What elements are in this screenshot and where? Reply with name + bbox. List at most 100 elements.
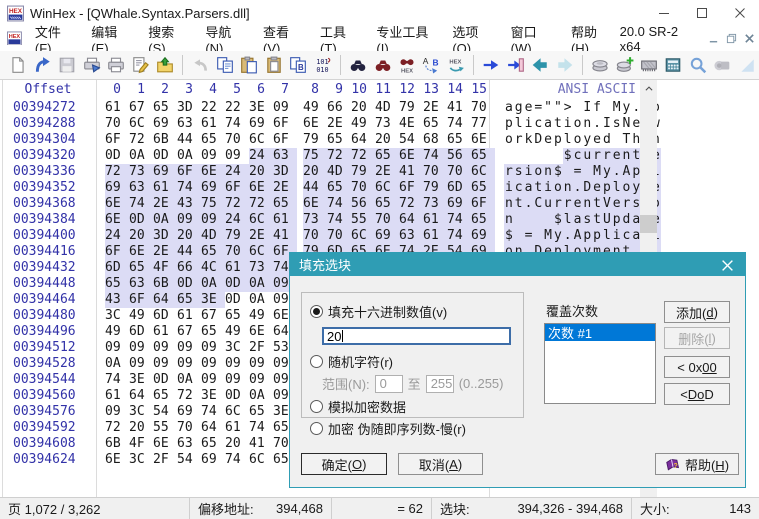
hex-byte-cell[interactable]: 72	[105, 420, 129, 436]
hex-byte-cell[interactable]: 65	[471, 212, 495, 228]
ascii-char-cell[interactable]	[533, 148, 543, 164]
hex-byte-cell[interactable]: 6E	[303, 116, 327, 132]
hex-byte-cell[interactable]: 6C	[249, 452, 273, 468]
hex-byte-cell[interactable]: 70	[303, 228, 327, 244]
hex-byte-cell[interactable]: 09	[177, 340, 201, 356]
ascii-char-cell[interactable]	[514, 148, 524, 164]
ascii-char-cell[interactable]: $	[552, 164, 563, 180]
hex-byte-cell[interactable]: 44	[177, 132, 201, 148]
hex-byte-cell[interactable]: 6E	[201, 164, 225, 180]
hex-byte-cell[interactable]: 24	[225, 212, 249, 228]
ascii-char-cell[interactable]: l	[601, 228, 612, 244]
hex-byte-cell[interactable]: 09	[177, 212, 201, 228]
hex-byte-cell[interactable]: 0A	[153, 212, 177, 228]
hex-byte-cell[interactable]: 22	[225, 100, 249, 116]
hex-byte-cell[interactable]: 64	[351, 132, 375, 148]
clone-disk-icon[interactable]	[613, 53, 636, 77]
hex-byte-cell[interactable]: 6F	[177, 164, 201, 180]
hex-byte-cell[interactable]: 65	[423, 116, 447, 132]
paste-icon[interactable]	[238, 53, 261, 77]
ascii-char-cell[interactable]: y	[622, 100, 632, 116]
hex-byte-cell[interactable]: 44	[177, 244, 201, 260]
ascii-char-cell[interactable]: k	[524, 132, 534, 148]
hex-byte-cell[interactable]: 69	[201, 180, 225, 196]
ascii-char-cell[interactable]	[573, 100, 583, 116]
radio-pseudo-random-circle[interactable]	[310, 422, 323, 435]
find-hex-icon[interactable]: HEX	[395, 53, 418, 77]
ascii-char-cell[interactable]: n	[504, 212, 514, 228]
hex-byte-cell[interactable]: 49	[105, 324, 129, 340]
hex-byte-cell[interactable]: 2E	[153, 244, 177, 260]
properties-icon[interactable]	[129, 53, 152, 77]
ascii-char-cell[interactable]: i	[543, 180, 553, 196]
hex-byte-cell[interactable]: 6F	[105, 132, 129, 148]
hex-byte-cell[interactable]: 75	[201, 196, 225, 212]
hex-byte-cell[interactable]: 0D	[153, 372, 177, 388]
hex-byte-cell[interactable]: 3E	[201, 388, 225, 404]
hex-byte-cell[interactable]: 69	[471, 228, 495, 244]
hex-byte-cell[interactable]: 63	[399, 228, 423, 244]
back-icon[interactable]	[529, 53, 552, 77]
hex-byte-cell[interactable]: 0A	[249, 292, 273, 308]
ascii-char-cell[interactable]: o	[533, 164, 544, 180]
hex-byte-cell[interactable]: 72	[399, 196, 423, 212]
hex-byte-cell[interactable]: 0D	[129, 212, 153, 228]
copy-hex-icon[interactable]: B	[286, 53, 309, 77]
hex-byte-cell[interactable]: 6F	[273, 132, 297, 148]
hex-byte-cell[interactable]: 09	[273, 100, 297, 116]
hex-byte-cell[interactable]: 20	[225, 436, 249, 452]
fill-dod-button[interactable]: < Do D	[664, 383, 730, 405]
ascii-char-cell[interactable]	[543, 212, 553, 228]
hex-byte-cell[interactable]: 63	[129, 180, 153, 196]
copy-icon[interactable]	[213, 53, 236, 77]
hex-byte-cell[interactable]: 74	[327, 196, 351, 212]
ascii-char-cell[interactable]: f	[592, 100, 602, 116]
hex-byte-cell[interactable]: 2E	[423, 100, 447, 116]
ascii-char-cell[interactable]	[582, 164, 593, 180]
ascii-char-cell[interactable]: o	[573, 132, 583, 148]
hex-byte-cell[interactable]: 6E	[303, 196, 327, 212]
hex-byte-cell[interactable]: 74	[447, 228, 471, 244]
hex-byte-cell[interactable]: 69	[249, 116, 273, 132]
ascii-char-cell[interactable]: M	[612, 100, 622, 116]
hex-byte-cell[interactable]: 43	[105, 292, 129, 308]
ascii-char-cell[interactable]: r	[592, 148, 602, 164]
hex-byte-cell[interactable]: 61	[105, 100, 129, 116]
ascii-char-cell[interactable]: e	[611, 196, 622, 212]
hex-byte-cell[interactable]: 69	[201, 452, 225, 468]
ascii-char-cell[interactable]: $	[504, 228, 514, 244]
ascii-char-cell[interactable]: M	[592, 164, 602, 180]
calculator-icon[interactable]	[662, 53, 685, 77]
hex-byte-cell[interactable]: 74	[177, 180, 201, 196]
hex-byte-cell[interactable]: 73	[249, 260, 273, 276]
hex-byte-cell[interactable]: 6B	[153, 276, 177, 292]
ascii-char-cell[interactable]: c	[513, 180, 524, 196]
range-to-input[interactable]: 255	[425, 374, 454, 393]
hex-byte-cell[interactable]: 09	[153, 340, 177, 356]
hex-byte-cell[interactable]: 74	[447, 212, 471, 228]
fill-0x00-button[interactable]: < 0x 00	[664, 356, 730, 378]
hex-byte-cell[interactable]: 79	[351, 164, 375, 180]
ascii-char-cell[interactable]	[524, 148, 534, 164]
ascii-char-cell[interactable]: y	[552, 228, 563, 244]
hex-byte-cell[interactable]: 69	[177, 404, 201, 420]
ascii-char-cell[interactable]: t	[513, 196, 524, 212]
ascii-char-cell[interactable]	[612, 132, 622, 148]
hex-byte-cell[interactable]: 6D	[447, 180, 471, 196]
hex-byte-cell[interactable]: 6F	[471, 196, 495, 212]
ascii-char-cell[interactable]	[553, 148, 563, 164]
hex-byte-cell[interactable]: 49	[249, 308, 273, 324]
ascii-char-cell[interactable]: o	[621, 180, 632, 196]
ascii-char-cell[interactable]: c	[621, 228, 632, 244]
hex-byte-cell[interactable]: 55	[351, 212, 375, 228]
maximize-icon[interactable]	[683, 0, 721, 26]
hex-byte-cell[interactable]: 69	[153, 164, 177, 180]
hex-byte-cell[interactable]: 0D	[105, 148, 129, 164]
hex-byte-cell[interactable]: 2E	[249, 228, 273, 244]
hex-byte-cell[interactable]: 0A	[201, 276, 225, 292]
hex-byte-cell[interactable]: 70	[327, 228, 351, 244]
hex-byte-cell[interactable]: 65	[201, 324, 225, 340]
hex-byte-cell[interactable]: 6C	[351, 228, 375, 244]
hex-byte-cell[interactable]: 72	[129, 132, 153, 148]
hex-byte-cell[interactable]: 65	[153, 388, 177, 404]
